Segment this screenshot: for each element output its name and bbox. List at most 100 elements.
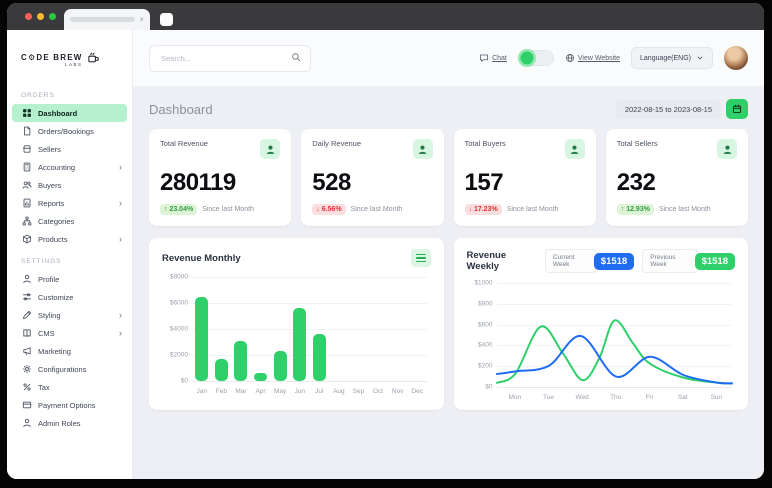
coffee-cup-icon [87,52,100,70]
megaphone-icon [21,346,32,357]
gridline [192,277,427,278]
status-toggle[interactable] [518,50,554,66]
report-icon [21,198,32,209]
sidebar-item-label: Configurations [38,365,86,374]
bar-jun [293,308,306,381]
minimize-window-button[interactable] [37,13,44,20]
sidebar-item-accounting[interactable]: Accounting› [12,158,127,176]
chevron-right-icon: › [119,163,122,172]
sidebar-item-styling[interactable]: Styling› [12,306,127,324]
trend-badge: ↓ 17.23% [465,204,502,215]
chart-title: Revenue Weekly [467,250,539,272]
charts-row: Revenue Monthly$0$2000$4000$6000$8000Jan… [149,238,748,410]
document-icon [21,126,32,137]
chat-link[interactable]: Chat [479,53,507,63]
x-axis-tick: Aug [333,388,345,395]
stat-caption: Since last Month [507,206,559,213]
x-axis-labels: MonTueWedThuFriSatSun [497,392,732,404]
stat-card-total-sellers: Total Sellers232↑ 12.93%Since last Month [606,129,748,226]
stat-label: Total Revenue [160,139,208,148]
date-range-value[interactable]: 2022-08-15 to 2023-08-15 [616,100,721,119]
browser-tab[interactable]: × [64,9,150,30]
x-axis-tick: Nov [392,388,404,395]
sidebar-item-profile[interactable]: Profile [12,270,127,288]
tab-close-icon[interactable]: × [139,16,144,24]
sidebar-item-reports[interactable]: Reports› [12,194,127,212]
stat-label: Total Buyers [465,139,506,148]
new-tab-button[interactable] [160,13,173,26]
chevron-right-icon: › [119,311,122,320]
stat-card-total-revenue: Total Revenue280119↑ 23.04%Since last Mo… [149,129,291,226]
user-avatar[interactable] [724,46,748,70]
stat-caption: Since last Month [351,206,403,213]
hamburger-menu-icon[interactable] [411,249,431,267]
x-axis-tick: Mar [235,388,246,395]
date-range-control: 2022-08-15 to 2023-08-15 [616,99,748,119]
language-select[interactable]: Language(ENG) [631,47,713,69]
globe-icon [565,53,575,63]
x-axis-tick: Jun [294,388,304,395]
bar-jan [195,297,208,382]
zoom-window-button[interactable] [49,13,56,20]
sidebar-item-products[interactable]: Products› [12,230,127,248]
legend-previous-week: Previous Week$1518 [642,249,735,273]
sidebar-item-label: Buyers [38,181,61,190]
y-axis-tick: $600 [467,321,493,328]
store-icon [21,144,32,155]
x-axis-tick: Jul [315,388,323,395]
sidebar-item-label: Categories [38,217,74,226]
x-axis-tick: Jan [197,388,207,395]
sidebar-item-payment-options[interactable]: Payment Options [12,396,127,414]
search-input[interactable] [159,53,285,64]
calendar-button[interactable] [726,99,748,119]
y-axis-tick: $4000 [162,326,188,333]
sidebar-item-sellers[interactable]: Sellers [12,140,127,158]
sidebar-item-cms[interactable]: CMS› [12,324,127,342]
sidebar-item-dashboard[interactable]: Dashboard [12,104,127,122]
sidebar-item-customize[interactable]: Customize [12,288,127,306]
sidebar-item-tax[interactable]: Tax [12,378,127,396]
chevron-right-icon: › [119,235,122,244]
chevron-right-icon: › [119,199,122,208]
chart-header: Revenue Monthly [162,249,431,267]
sidebar-item-buyers[interactable]: Buyers [12,176,127,194]
box-icon [21,234,32,245]
line-chart-canvas [497,283,732,387]
stat-footer: ↓ 6.56%Since last Month [312,204,432,215]
calendar-icon [732,104,742,114]
legend-value-badge: $1518 [695,253,735,270]
browser-chrome: × [7,3,764,30]
person-icon [565,139,585,159]
view-website-link[interactable]: View Website [565,53,620,63]
sidebar-item-categories[interactable]: Categories [12,212,127,230]
series-line-current-week [497,336,732,384]
legend-label: Current Week [545,249,597,273]
x-axis-tick: Sat [678,394,688,401]
sidebar-nav: ORDERS Dashboard Orders/Bookings SellersAcc… [7,92,132,432]
sidebar-item-configurations[interactable]: Configurations [12,360,127,378]
logo-subtext: LABS [21,63,83,68]
stat-caption: Since last Month [659,206,711,213]
tab-title-placeholder [70,17,135,22]
sidebar-item-label: Orders/Bookings [38,127,94,136]
card-icon [21,400,32,411]
x-axis-tick: May [274,388,286,395]
sitemap-icon [21,216,32,227]
close-window-button[interactable] [25,13,32,20]
stat-footer: ↑ 23.04%Since last Month [160,204,280,215]
page-title: Dashboard [149,102,213,117]
x-axis-tick: Apr [255,388,265,395]
trend-badge: ↑ 23.04% [160,204,197,215]
browser-window: × C⚙DE BREW LABS ORDERSDashboardOrders/B… [7,3,764,479]
calculator-icon [21,162,32,173]
sidebar-item-marketing[interactable]: Marketing [12,342,127,360]
revenue-monthly-card: Revenue Monthly$0$2000$4000$6000$8000Jan… [149,238,444,410]
search-box[interactable] [149,45,311,72]
chevron-down-icon [696,54,704,62]
stat-card-total-buyers: Total Buyers157↓ 17.23%Since last Month [454,129,596,226]
sidebar-item-orders-bookings[interactable]: Orders/Bookings [12,122,127,140]
section-label-orders: ORDERS [21,92,132,99]
sidebar-item-admin-roles[interactable]: Admin Roles [12,414,127,432]
gear-icon [21,364,32,375]
person-icon [717,139,737,159]
